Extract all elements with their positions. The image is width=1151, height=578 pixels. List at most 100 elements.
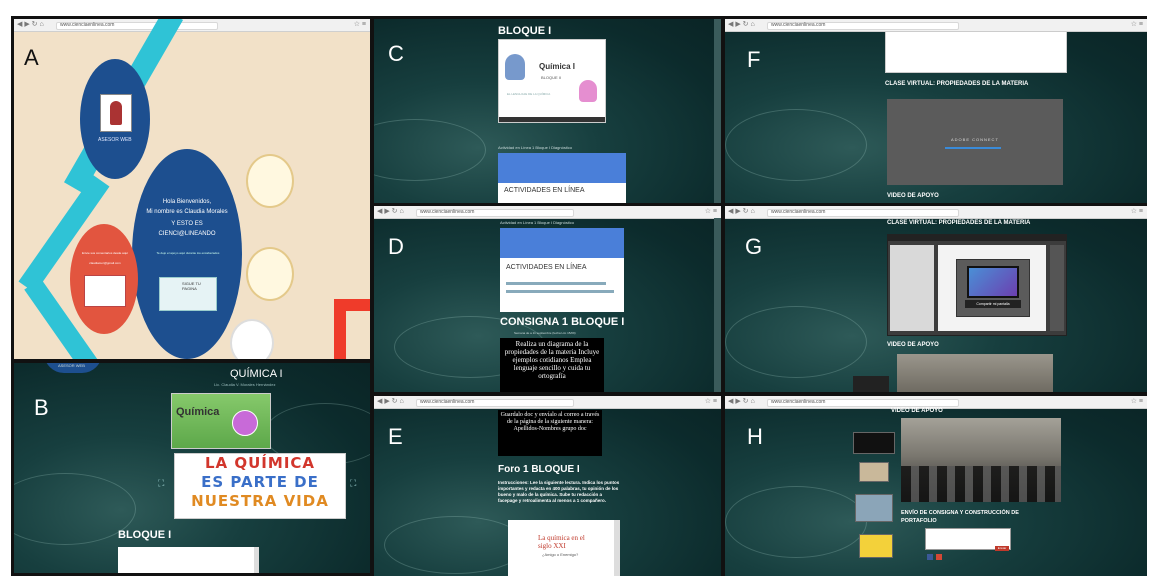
doc-sub: ¿Amigo o Enemigo? <box>542 552 579 557</box>
avatar-figure <box>110 101 122 125</box>
nav-arrows-icon[interactable]: ◀ ▶ ↻ ⌂ <box>17 21 44 29</box>
browser-toolbar: ◀ ▶ ↻ ⌂ www.cienciaenlinea.com ☆ ≡ <box>14 19 370 32</box>
address-text: www.cienciaenlinea.com <box>771 22 826 28</box>
submit-button[interactable]: Enviar <box>995 546 1009 551</box>
googleplus-icon[interactable] <box>936 554 942 560</box>
menu-icon[interactable]: ☆ ≡ <box>705 208 717 216</box>
panel-letter: B <box>34 395 49 420</box>
side-thumbnail-4[interactable] <box>859 534 893 558</box>
side-thumbnail-3[interactable] <box>855 494 893 522</box>
facebook-icon[interactable] <box>927 554 933 560</box>
bubble-text: SIGUE TU PAGINA <box>182 281 201 291</box>
browser-toolbar: ◀ ▶ ↻ ⌂ www.cienciaenlinea.com ☆ ≡ <box>374 396 721 409</box>
menu-icon[interactable]: ☆ ≡ <box>354 21 366 29</box>
computer-screen-icon <box>967 266 1019 298</box>
clase-heading: CLASE VIRTUAL: PROPIEDADES DE LA MATERIA <box>885 81 1029 87</box>
video-heading: VIDEO DE APOYO <box>887 342 939 348</box>
nav-arrows-icon[interactable]: ◀ ▶ ↻ ⌂ <box>377 398 404 406</box>
activity-card-header <box>500 228 624 258</box>
welcome-line1: Hola Bienvenidos, <box>162 199 212 205</box>
side-thumbnail[interactable] <box>853 376 889 392</box>
envio-line2: PORTAFOLIO <box>901 518 937 524</box>
banner-line1: LA QUÍMICA <box>204 454 316 472</box>
adobe-connect-app[interactable]: Compartir mi pantalla <box>887 234 1067 336</box>
panel-letter: H <box>747 424 763 449</box>
slide-title: Química I <box>539 62 576 71</box>
page-scrollbar[interactable] <box>714 19 721 203</box>
panel-letter: D <box>388 234 404 259</box>
activity-card-header <box>498 153 626 183</box>
video-player[interactable] <box>901 418 1061 502</box>
nav-arrows-icon[interactable]: ◀ ▶ ↻ ⌂ <box>728 398 755 406</box>
contact-form[interactable] <box>84 275 126 307</box>
nav-arrows-icon[interactable]: ◀ ▶ ↻ ⌂ <box>728 21 755 29</box>
cartoon-image-3 <box>230 319 274 359</box>
activity-card-label: ACTIVIDADES EN LÍNEA <box>506 264 587 271</box>
slide-preview: Química I BLOQUE II EL LENGUAJE DE LA QU… <box>498 39 606 123</box>
menu-icon[interactable]: ☆ ≡ <box>1131 398 1143 406</box>
menu-icon[interactable]: ☆ ≡ <box>1131 208 1143 216</box>
app-menubar[interactable] <box>888 235 1066 241</box>
activity-card-label: ACTIVIDADES EN LÍNEA <box>504 187 585 194</box>
activity-caption: Actividad en Línea 1 Bloque I Diagnóstic… <box>500 220 575 225</box>
red-corner-bracket-vert <box>334 299 346 359</box>
panel-h: ◀ ▶ ↻ ⌂ www.cienciaenlinea.com ☆ ≡ H VID… <box>725 396 1147 576</box>
loading-bar <box>945 147 1001 149</box>
activity-card: ACTIVIDADES EN LÍNEA <box>500 228 624 312</box>
connect-label: ADOBE CONNECT <box>951 137 999 142</box>
app-right-pane <box>1050 245 1064 331</box>
panel-a: ◀ ▶ ↻ ⌂ www.cienciaenlinea.com ☆ ≡ A ASE… <box>14 19 370 359</box>
nav-arrows-icon[interactable]: ◀ ▶ ↻ ⌂ <box>377 208 404 216</box>
instructions-box: Guardalo doc y envíalo al correo a travé… <box>498 410 602 456</box>
expand-icon[interactable]: ⛶ <box>350 478 356 489</box>
wisp-decoration <box>384 516 526 574</box>
activity-card-link[interactable] <box>506 282 606 285</box>
slide-sub: BLOQUE II <box>541 75 562 80</box>
address-text: www.cienciaenlinea.com <box>771 399 826 405</box>
video-figures <box>901 466 1061 502</box>
wisp-decoration <box>725 109 867 181</box>
share-screen-button[interactable]: Compartir mi pantalla <box>965 300 1021 308</box>
contact-email: claudiamor@gmail.com <box>89 261 121 265</box>
banner-image: LA QUÍMICA ES PARTE DE NUESTRA VIDA <box>174 453 346 519</box>
panel-b: B QUÍMICA I Lic. Claudia V. Morales Hern… <box>14 363 370 573</box>
profile-label: ASESOR WEB <box>98 137 132 143</box>
side-thumbnail-2[interactable] <box>859 462 889 482</box>
welcome-line3: Y ESTO ES <box>171 221 203 227</box>
consigna-date: Semana de a 11 septiembre (fecha Lim 15/… <box>514 331 576 335</box>
activity-caption: Actividad en Línea 1 Bloque I Diagnóstic… <box>498 145 573 150</box>
screenshare-dialog: Compartir mi pantalla <box>956 259 1030 317</box>
footer-text: ASESOR WEB <box>58 363 85 368</box>
panel-f: ◀ ▶ ↻ ⌂ www.cienciaenlinea.com ☆ ≡ F CLA… <box>725 19 1147 203</box>
welcome-subtitle: Te dejo el apoyo aquí durante los encabe… <box>156 251 220 255</box>
slide-player-bar[interactable] <box>499 117 605 122</box>
document-preview <box>118 547 254 573</box>
menu-icon[interactable]: ☆ ≡ <box>705 398 717 406</box>
envio-line1: ENVÍO DE CONSIGNA Y CONSTRUCCIÓN DE <box>901 510 1019 516</box>
activity-card-link[interactable] <box>506 290 614 293</box>
bloque-heading: BLOQUE I <box>118 529 172 541</box>
reading-document: La química en el siglo XXI ¿Amigo o Enem… <box>508 520 614 576</box>
panel-letter: G <box>745 234 763 259</box>
expand-icon[interactable]: ⛶ <box>158 478 164 489</box>
side-thumbnail-1[interactable] <box>853 432 895 454</box>
doc-scrollbar[interactable] <box>614 520 620 576</box>
header-title: QUÍMICA I <box>230 368 283 380</box>
video-thumbnail[interactable] <box>897 354 1053 392</box>
address-text: www.cienciaenlinea.com <box>420 399 475 405</box>
panel-letter: E <box>388 424 403 449</box>
panel-d: ◀ ▶ ↻ ⌂ www.cienciaenlinea.com ☆ ≡ D Act… <box>374 206 721 392</box>
activity-card: ACTIVIDADES EN LÍNEA <box>498 153 626 203</box>
cartoon-image-2 <box>246 247 294 301</box>
doc-title: La química en el siglo XXI <box>538 534 585 550</box>
page-scrollbar[interactable] <box>714 218 721 392</box>
flask-icon <box>232 410 258 436</box>
quimica-image: Química <box>171 393 271 449</box>
menu-icon[interactable]: ☆ ≡ <box>1131 21 1143 29</box>
adobe-connect-frame[interactable]: ADOBE CONNECT <box>887 99 1063 185</box>
browser-toolbar: ◀ ▶ ↻ ⌂ www.cienciaenlinea.com ☆ ≡ <box>725 206 1147 219</box>
app-left-pane <box>890 245 934 331</box>
doc-scrollbar[interactable] <box>254 547 259 573</box>
banner-line3: NUESTRA VIDA <box>191 492 329 510</box>
nav-arrows-icon[interactable]: ◀ ▶ ↻ ⌂ <box>728 208 755 216</box>
